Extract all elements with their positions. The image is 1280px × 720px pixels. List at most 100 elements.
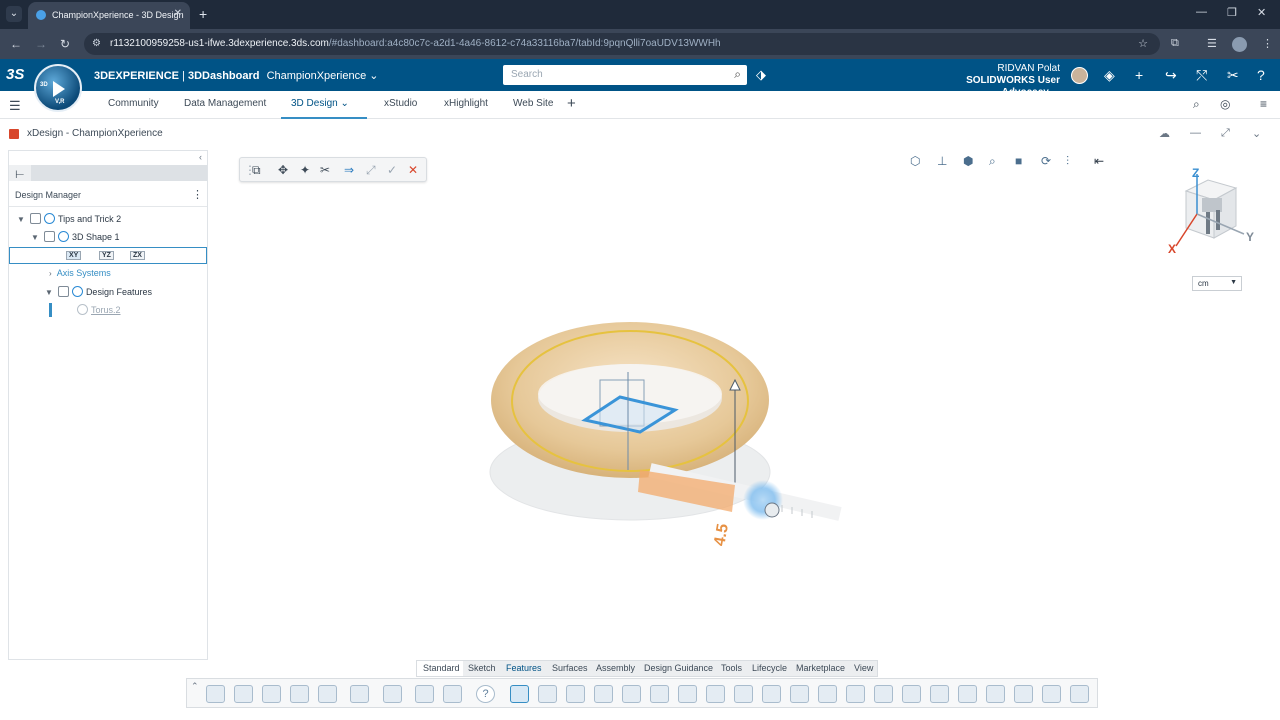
clipboard-icon[interactable] <box>350 685 369 703</box>
dome-icon[interactable] <box>1042 685 1061 703</box>
share-icon[interactable]: ↪ <box>1165 67 1177 84</box>
torus-feature-icon[interactable] <box>510 685 529 703</box>
expand-icon[interactable]: ⤢ <box>366 163 376 178</box>
save-as-icon[interactable] <box>290 685 309 703</box>
dashboard-menu-icon[interactable]: ≡ <box>1260 97 1267 111</box>
draft-icon[interactable] <box>650 685 669 703</box>
yz-plane-icon[interactable]: YZ <box>99 251 114 260</box>
insert-icon[interactable] <box>206 685 225 703</box>
display-icon[interactable] <box>234 685 253 703</box>
help-icon[interactable]: ? <box>476 685 495 703</box>
widget-maximize-icon[interactable]: ⤢ <box>1221 127 1230 140</box>
tab-view[interactable]: View <box>854 663 873 673</box>
chevron-right-icon[interactable]: › <box>49 269 52 278</box>
boolean-icon[interactable] <box>790 685 809 703</box>
bookmark-star-icon[interactable]: ☆ <box>1138 37 1148 50</box>
tab-search-menu-icon[interactable]: ⌄ <box>6 6 22 22</box>
hamburger-menu-icon[interactable]: ☰ <box>9 98 21 114</box>
tree-item-planes[interactable]: XY YZ ZX <box>9 247 207 264</box>
site-info-icon[interactable]: ⚙ <box>92 38 101 49</box>
save-icon[interactable] <box>262 685 281 703</box>
tab-surfaces[interactable]: Surfaces <box>552 663 588 673</box>
thread-icon[interactable] <box>986 685 1005 703</box>
cancel-icon[interactable]: ✕ <box>408 163 418 177</box>
tab-xstudio[interactable]: xStudio <box>384 98 417 109</box>
tab-design-guidance[interactable]: Design Guidance <box>644 663 713 673</box>
pin-icon[interactable]: ✦ <box>300 163 310 177</box>
extrude-icon[interactable] <box>538 685 557 703</box>
widget-options-icon[interactable]: ⌄ <box>1252 127 1261 140</box>
tab-marketplace[interactable]: Marketplace <box>796 663 845 673</box>
xy-plane-icon[interactable]: XY <box>66 251 82 260</box>
tools-icon[interactable]: ✂ <box>1227 67 1239 84</box>
orientation-cube[interactable]: Z X Y <box>1166 166 1256 256</box>
select-filter-icon[interactable]: ⧉ <box>252 163 261 178</box>
tab-standard[interactable]: Standard <box>423 663 460 673</box>
browser-tab[interactable]: ChampionXperience - 3D Design ✕ <box>28 2 190 29</box>
expand-caret-icon[interactable]: ▼ <box>45 288 53 297</box>
thicken-icon[interactable] <box>902 685 921 703</box>
expand-caret-icon[interactable]: ▼ <box>17 215 25 224</box>
compass-button[interactable]: 3D V,R <box>34 64 82 112</box>
visibility-icon[interactable]: ◎ <box>1220 97 1230 111</box>
next-arrow-icon[interactable]: ⇒ <box>344 163 354 177</box>
box-icon[interactable] <box>734 685 753 703</box>
rib-icon[interactable] <box>874 685 893 703</box>
tab-3d-design[interactable]: 3D Design ⌄ <box>291 98 349 109</box>
find-icon[interactable]: ⌕ <box>1193 97 1200 112</box>
refresh-icon[interactable] <box>318 685 337 703</box>
sweep-icon[interactable] <box>594 685 613 703</box>
iso-view-icon[interactable]: ⬢ <box>963 154 973 168</box>
tab-features[interactable]: Features <box>506 663 542 673</box>
forward-icon[interactable]: → <box>35 37 47 51</box>
section-icon[interactable]: ⫶ <box>1066 154 1069 169</box>
more-features-icon[interactable] <box>1070 685 1089 703</box>
3d-model-viewport[interactable] <box>470 300 860 560</box>
label-icon[interactable]: ◈ <box>1104 67 1115 84</box>
fillet-icon[interactable] <box>678 685 697 703</box>
cut-icon[interactable]: ✂ <box>320 163 330 177</box>
move-icon[interactable]: ✥ <box>278 163 288 177</box>
add-tab-icon[interactable]: + <box>567 95 576 112</box>
shell-icon[interactable] <box>706 685 725 703</box>
cloud-icon[interactable]: ☁ <box>1159 127 1170 140</box>
collapse-panel-icon[interactable]: ‹ <box>199 152 202 162</box>
tree-item-torus[interactable]: Torus.2 <box>77 304 121 315</box>
dimension-value[interactable]: 4.5 <box>711 522 733 547</box>
render-style-icon[interactable]: ■ <box>1015 154 1022 168</box>
new-tab-button[interactable]: + <box>199 6 207 22</box>
tab-assembly[interactable]: Assembly <box>596 663 635 673</box>
community-share-icon[interactable]: ⤲ <box>1196 67 1207 84</box>
minimize-window-icon[interactable]: — <box>1196 6 1207 18</box>
hole-icon[interactable] <box>958 685 977 703</box>
zx-plane-icon[interactable]: ZX <box>130 251 145 260</box>
browser-profile-avatar[interactable] <box>1232 37 1247 52</box>
add-icon[interactable]: + <box>1135 67 1143 83</box>
reading-list-icon[interactable]: ☰ <box>1207 37 1221 51</box>
settings-icon[interactable] <box>383 685 402 703</box>
tree-item-design-features[interactable]: ▼ Design Features <box>45 286 152 297</box>
action-bar-expand-icon[interactable]: ⌃ <box>191 681 199 692</box>
ok-icon[interactable]: ✓ <box>387 163 397 177</box>
widget-minimize-icon[interactable]: — <box>1190 127 1201 139</box>
undo-icon[interactable] <box>415 685 434 703</box>
extensions-icon[interactable]: ⧉ <box>1171 37 1185 51</box>
split-icon[interactable] <box>930 685 949 703</box>
wrap-icon[interactable] <box>1014 685 1033 703</box>
redo-icon[interactable] <box>443 685 462 703</box>
unit-select[interactable]: cm ▼ <box>1192 276 1242 291</box>
rotate-view-icon[interactable]: ⟳ <box>1041 154 1051 168</box>
panel-more-icon[interactable]: ⋮ <box>192 188 203 201</box>
tab-community[interactable]: Community <box>108 98 159 109</box>
mirror-icon[interactable] <box>818 685 837 703</box>
view-selector-icon[interactable]: ⬡ <box>910 154 920 168</box>
revolve-icon[interactable] <box>566 685 585 703</box>
tab-close-icon[interactable]: ✕ <box>174 8 182 19</box>
tag-icon[interactable]: ⬗ <box>756 67 766 83</box>
close-window-icon[interactable]: ✕ <box>1257 6 1266 19</box>
tree-item-axis-systems[interactable]: › Axis Systems <box>49 268 111 278</box>
expand-caret-icon[interactable]: ▼ <box>31 233 39 242</box>
avatar[interactable] <box>1071 67 1088 84</box>
tab-data-management[interactable]: Data Management <box>184 98 266 109</box>
cylinder-icon[interactable] <box>762 685 781 703</box>
